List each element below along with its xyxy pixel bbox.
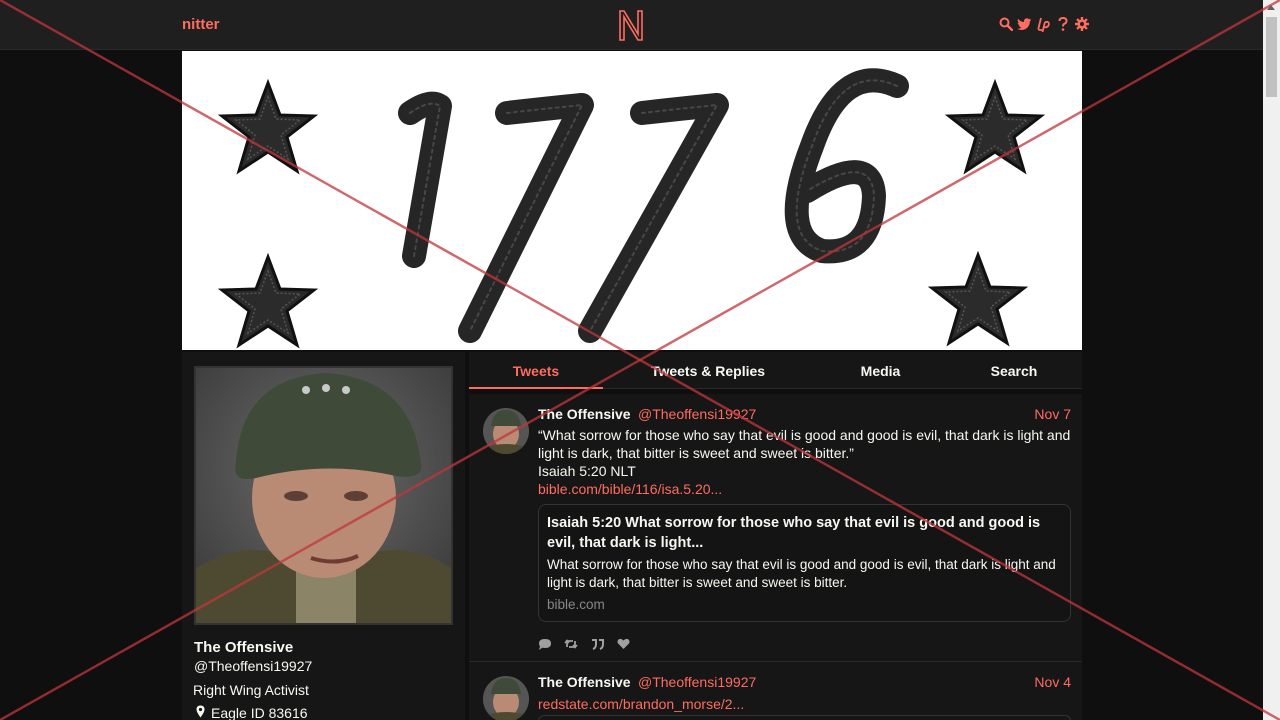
profile-location-text: Eagle ID 83616 (211, 705, 308, 720)
tweet-link-card[interactable] (538, 715, 1071, 720)
profile-avatar[interactable] (194, 366, 453, 625)
scroll-up-arrow-icon[interactable] (1267, 5, 1275, 10)
tab-media[interactable]: Media (829, 352, 932, 389)
profile-card: The Offensive @Theoffensi19927 Right Win… (182, 352, 465, 720)
tweet-link-card[interactable]: Isaiah 5:20 What sorrow for those who sa… (538, 504, 1071, 622)
profile-username[interactable]: @Theoffensi19927 (194, 658, 312, 674)
tweet-content: “What sorrow for those who say that evil… (538, 426, 1074, 498)
tweet-avatar[interactable] (483, 408, 529, 454)
tweet-link[interactable]: redstate.com/brandon_morse/2... (538, 695, 1074, 713)
tweet-item[interactable]: The Offensive @Theoffensi19927 Nov 4 red… (469, 663, 1082, 720)
tweet-text-line: Isaiah 5:20 NLT (538, 463, 636, 479)
tweet-username[interactable]: @Theoffensi19927 (638, 674, 756, 690)
gear-icon[interactable] (1074, 16, 1089, 32)
star-icon (220, 81, 316, 173)
tweet-date[interactable]: Nov 4 (1034, 674, 1071, 690)
star-icon (947, 81, 1043, 173)
location-pin-icon (196, 705, 205, 720)
heart-icon[interactable] (616, 637, 630, 651)
nav-icons (998, 16, 1089, 32)
profile-fullname[interactable]: The Offensive (194, 639, 293, 656)
tweet-fullname[interactable]: The Offensive (538, 674, 631, 690)
timeline: The Offensive @Theoffensi19927 Nov 7 “Wh… (469, 394, 1082, 720)
tab-search[interactable]: Search (966, 352, 1062, 389)
nitter-home-link[interactable]: nitter (182, 16, 220, 33)
help-icon[interactable] (1055, 16, 1070, 32)
tweet-username[interactable]: @Theoffensi19927 (638, 406, 756, 422)
card-description: What sorrow for those who say that evil … (547, 557, 1056, 590)
star-icon (220, 255, 316, 347)
card-title[interactable]: Isaiah 5:20 What sorrow for those who sa… (547, 513, 1062, 553)
tweet-text-line: “What sorrow for those who say that evil… (538, 427, 1071, 443)
star-icon (930, 253, 1026, 345)
tab-tweets-replies[interactable]: Tweets & Replies (632, 352, 784, 389)
tweet-item[interactable]: The Offensive @Theoffensi19927 Nov 7 “Wh… (469, 394, 1082, 662)
timeline-tabs: Tweets Tweets & Replies Media Search (469, 352, 1082, 389)
profile-bio: Right Wing Activist (193, 682, 309, 698)
nitter-logo-icon[interactable] (616, 8, 646, 42)
tweet-text-line: light is dark, that bitter is sweet and … (538, 445, 854, 461)
liberapay-icon[interactable] (1036, 16, 1051, 32)
tweet-link[interactable]: bible.com/bible/116/isa.5.20... (538, 481, 722, 497)
retweet-icon[interactable] (564, 637, 578, 651)
comment-icon[interactable] (538, 637, 552, 651)
tweet-avatar[interactable] (483, 676, 529, 720)
card-destination: bible.com (547, 597, 605, 612)
tweet-stats (538, 637, 630, 651)
profile-location: Eagle ID 83616 (196, 705, 308, 720)
tweet-date[interactable]: Nov 7 (1034, 406, 1071, 422)
page-scrollbar[interactable] (1263, 0, 1280, 720)
tab-tweets[interactable]: Tweets (469, 352, 603, 389)
banner-1776-graphic (398, 68, 909, 343)
navbar: nitter (0, 0, 1263, 50)
scrollbar-thumb[interactable] (1266, 17, 1277, 97)
profile-banner[interactable] (182, 51, 1082, 350)
twitter-icon[interactable] (1017, 16, 1032, 32)
quote-icon[interactable] (590, 637, 604, 651)
tweet-fullname[interactable]: The Offensive (538, 406, 631, 422)
search-icon[interactable] (998, 16, 1013, 32)
